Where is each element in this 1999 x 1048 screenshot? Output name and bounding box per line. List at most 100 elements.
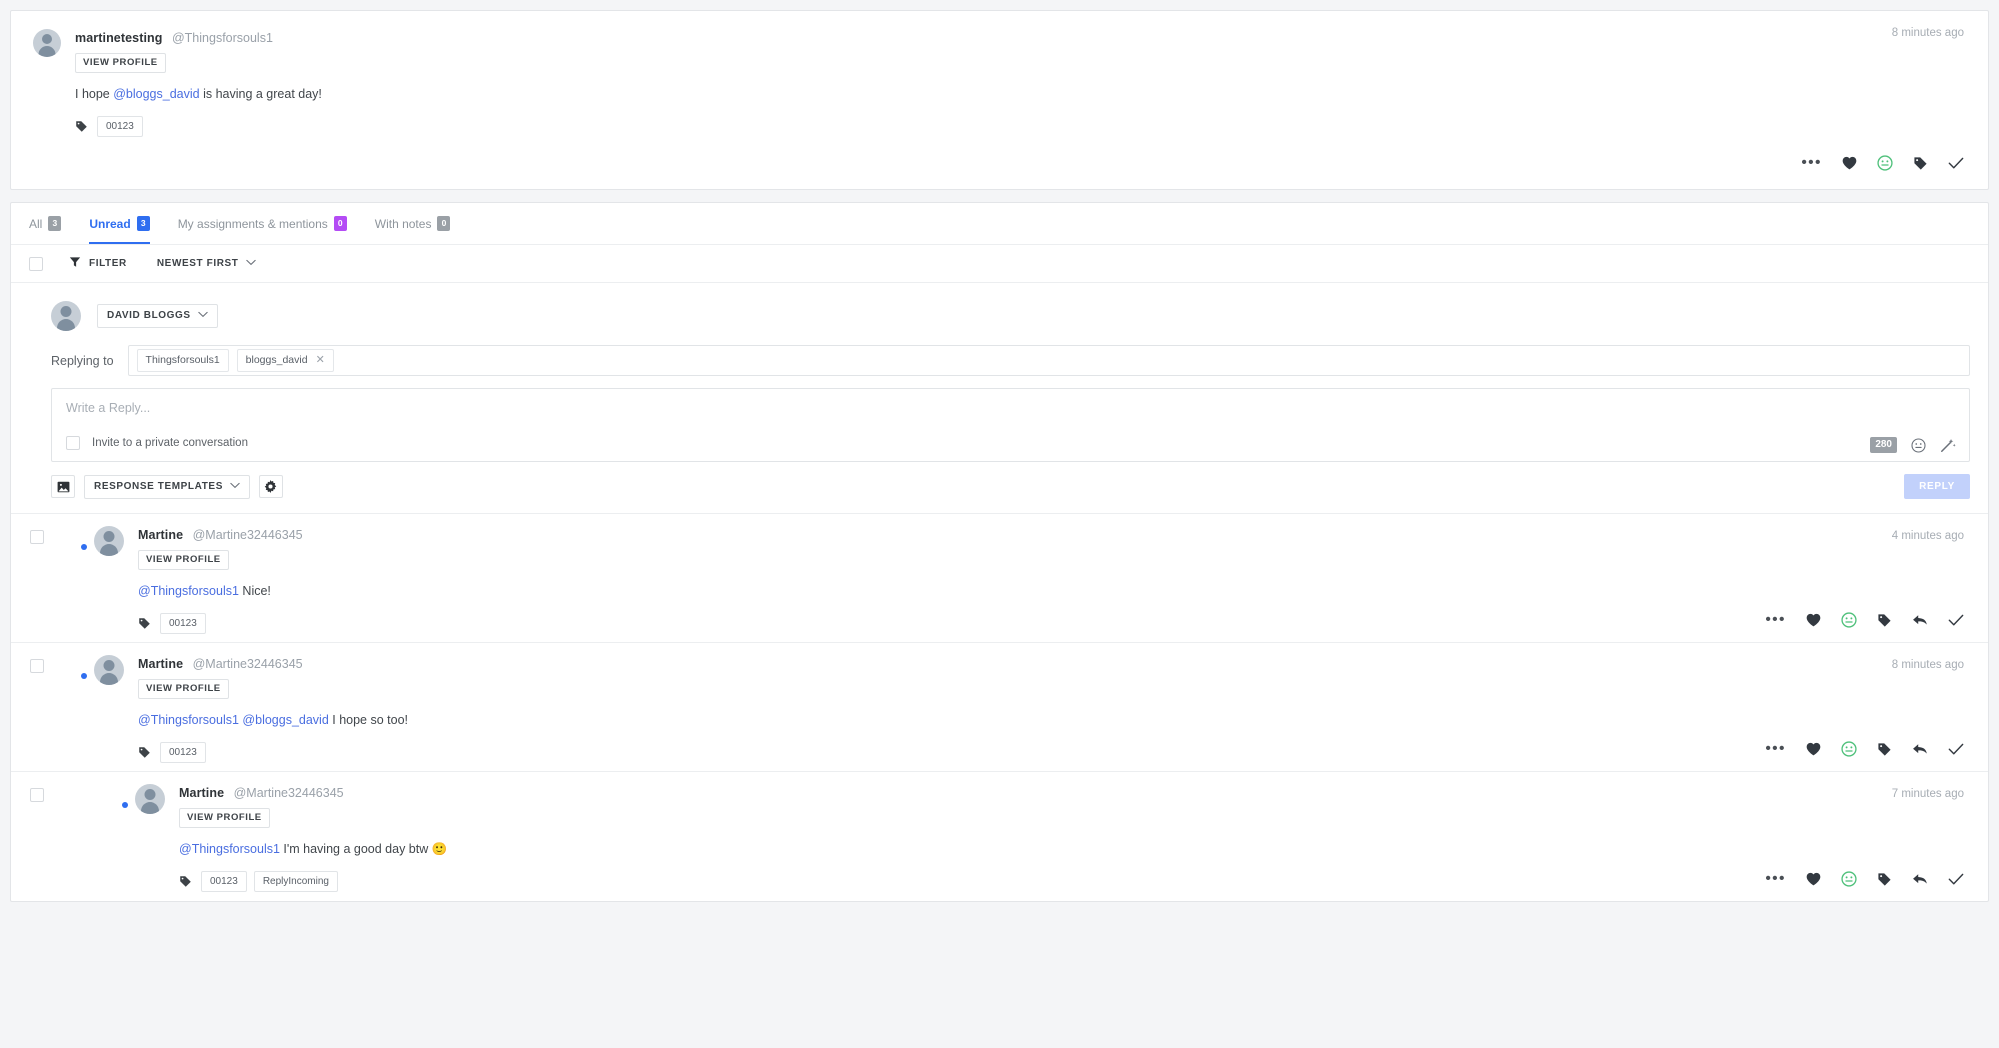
parent-tags-row: 00123 [75, 116, 322, 138]
message-row: Martine @Martine32446345 VIEW PROFILE @T… [11, 772, 1988, 901]
parent-author-handle: @Thingsforsouls1 [171, 31, 273, 45]
account-label: DAVID BLOGGS [107, 310, 191, 321]
check-icon[interactable] [1948, 613, 1964, 627]
sort-label: NEWEST FIRST [156, 258, 239, 269]
more-icon[interactable]: ••• [1765, 871, 1786, 886]
remove-recipient-icon[interactable]: ✕ [316, 353, 325, 368]
magic-wand-icon[interactable] [1940, 437, 1956, 453]
more-icon[interactable]: ••• [1765, 612, 1786, 627]
select-all-checkbox[interactable] [29, 256, 43, 271]
recipient-name: bloggs_david [245, 354, 308, 367]
reply-arrow-icon[interactable] [1912, 872, 1928, 886]
heart-icon[interactable] [1806, 872, 1821, 886]
recipients-field[interactable]: Thingsforsouls1 bloggs_david ✕ [127, 345, 1970, 376]
smiley-icon[interactable] [1841, 871, 1857, 887]
message-timestamp: 7 minutes ago [1891, 788, 1964, 800]
message-author-name: Martine [179, 786, 225, 800]
unread-indicator [81, 673, 87, 679]
message-checkbox[interactable] [30, 530, 44, 544]
image-icon[interactable] [51, 475, 75, 498]
gear-icon[interactable] [258, 475, 283, 498]
more-icon[interactable]: ••• [1801, 155, 1822, 170]
invite-private-label: Invite to a private conversation [92, 437, 248, 449]
account-selector-button[interactable]: DAVID BLOGGS [97, 304, 218, 328]
filter-button[interactable]: FILTER [69, 256, 127, 271]
check-icon[interactable] [1948, 742, 1964, 756]
response-templates-button[interactable]: RESPONSE TEMPLATES [84, 474, 250, 499]
tag-icon [138, 617, 151, 630]
chevron-down-icon [230, 482, 240, 492]
filter-label: FILTER [89, 258, 127, 269]
tab-with-notes[interactable]: With notes 0 [375, 203, 451, 244]
templates-label: RESPONSE TEMPLATES [94, 480, 223, 492]
more-icon[interactable]: ••• [1765, 741, 1786, 756]
mention-link[interactable]: @Thingsforsouls1 [138, 713, 239, 727]
invite-private-checkbox[interactable] [66, 436, 80, 450]
unread-indicator [81, 544, 87, 550]
reply-arrow-icon[interactable] [1912, 742, 1928, 756]
tab-label: All [29, 216, 43, 231]
tab-unread[interactable]: Unread 3 [89, 203, 151, 244]
mention-link[interactable]: @bloggs_david [242, 713, 328, 727]
tag-chip[interactable]: 00123 [97, 116, 143, 138]
message-author-name: Martine [138, 657, 184, 671]
heart-icon[interactable] [1806, 742, 1821, 756]
tag-icon[interactable] [1913, 156, 1928, 171]
emoji-icon[interactable] [1911, 437, 1926, 453]
replying-to-row: Replying to Thingsforsouls1 bloggs_david… [51, 345, 1970, 376]
mention-link[interactable]: @Thingsforsouls1 [179, 842, 280, 856]
heart-icon[interactable] [1842, 156, 1857, 170]
avatar [135, 784, 165, 814]
message-actions: ••• [1765, 741, 1964, 757]
reply-textarea[interactable]: Write a Reply... Invite to a private con… [51, 388, 1970, 462]
tag-chip[interactable]: 00123 [201, 871, 247, 893]
message-author-name: Martine [138, 528, 184, 542]
tag-icon [75, 120, 88, 133]
check-icon[interactable] [1948, 156, 1964, 170]
tag-icon[interactable] [1877, 872, 1892, 887]
tab-my-assignments-and-mentions[interactable]: My assignments & mentions 0 [178, 203, 347, 244]
tab-bar: All 3 Unread 3 My assignments & mentions… [11, 203, 1988, 245]
sort-button[interactable]: NEWEST FIRST [157, 258, 256, 269]
smiley-icon[interactable] [1877, 155, 1893, 171]
view-profile-button[interactable]: VIEW PROFILE [75, 53, 166, 73]
chevron-down-icon [197, 311, 208, 321]
smiley-icon[interactable] [1841, 741, 1857, 757]
tag-icon [179, 875, 192, 888]
check-icon[interactable] [1948, 872, 1964, 886]
mention-link[interactable]: @bloggs_david [113, 87, 199, 101]
reply-composer: DAVID BLOGGS Replying to Thingsforsouls1… [11, 283, 1988, 514]
tag-chip[interactable]: ReplyIncoming [253, 871, 338, 893]
recipient-pill[interactable]: Thingsforsouls1 [136, 349, 229, 372]
message-tags-row: 00123 [138, 613, 303, 635]
recipient-pill[interactable]: bloggs_david ✕ [236, 348, 334, 373]
tab-label: Unread [89, 216, 131, 231]
view-profile-button[interactable]: VIEW PROFILE [179, 808, 270, 828]
tab-label: My assignments & mentions [177, 216, 328, 231]
composer-header: DAVID BLOGGS [51, 301, 1970, 331]
reply-arrow-icon[interactable] [1912, 613, 1928, 627]
replying-to-label: Replying to [51, 353, 114, 368]
tab-all[interactable]: All 3 [29, 203, 62, 244]
message-body-text: I hope so too! [328, 712, 409, 727]
message-text: @Thingsforsouls1 Nice! [138, 583, 303, 600]
reply-submit-button[interactable]: REPLY [1904, 474, 1970, 499]
view-profile-button[interactable]: VIEW PROFILE [138, 550, 229, 570]
smiley-icon[interactable] [1841, 612, 1857, 628]
mention-link[interactable]: @Thingsforsouls1 [138, 584, 239, 598]
tag-icon[interactable] [1877, 742, 1892, 757]
message-row: Martine @Martine32446345 VIEW PROFILE @T… [11, 514, 1988, 643]
message-timestamp: 4 minutes ago [1891, 530, 1964, 542]
view-profile-button[interactable]: VIEW PROFILE [138, 679, 229, 699]
heart-icon[interactable] [1806, 613, 1821, 627]
chevron-down-icon [245, 258, 256, 269]
filter-bar: FILTER NEWEST FIRST [11, 245, 1988, 283]
text-before: I hope [75, 86, 114, 101]
message-actions: ••• [1765, 871, 1964, 887]
message-actions: ••• [1765, 612, 1964, 628]
message-checkbox[interactable] [30, 788, 44, 802]
message-checkbox[interactable] [30, 659, 44, 673]
tag-icon[interactable] [1877, 613, 1892, 628]
tag-chip[interactable]: 00123 [160, 742, 206, 764]
tag-chip[interactable]: 00123 [160, 613, 206, 635]
